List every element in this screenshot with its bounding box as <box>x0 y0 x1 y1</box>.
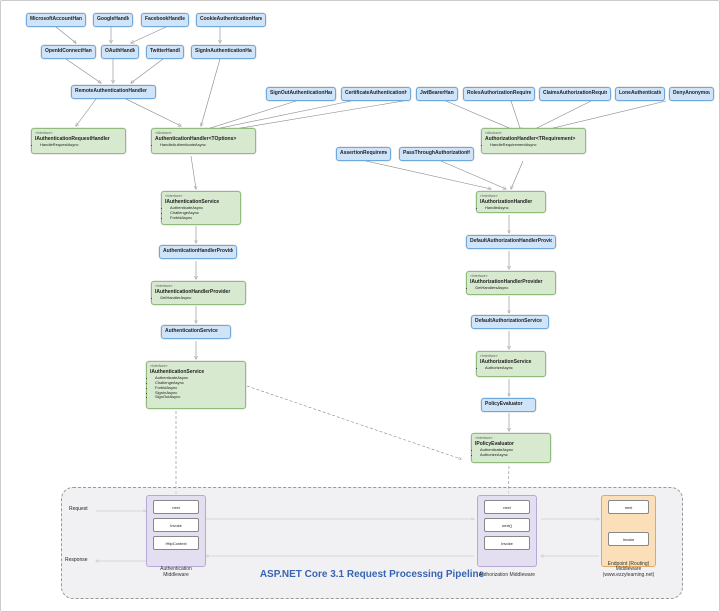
node-google-handler: GoogleHandler <box>93 13 133 27</box>
label: MicrosoftAccountHandler <box>30 16 82 22</box>
diagram-canvas: MicrosoftAccountHandler GoogleHandler Fa… <box>0 0 720 612</box>
authorization-middleware: next next() Invoke Authorization Middlew… <box>477 495 537 567</box>
step: next <box>484 500 530 514</box>
member: SignOutAsync <box>155 395 242 400</box>
label: SignInAuthenticationHandler <box>195 48 252 54</box>
stereotype: «Interface» <box>470 274 552 278</box>
node-signout-auth-handler: SignOutAuthenticationHandler <box>266 87 336 101</box>
member: GetHandlersAsync <box>475 286 552 291</box>
label: GoogleHandler <box>97 16 129 22</box>
label: TwitterHandler <box>150 48 180 54</box>
label: DefaultAuthorizationHandlerProvider <box>470 238 552 244</box>
member: ForbidAsync <box>170 216 237 221</box>
stereotype: «Abstract» <box>485 131 582 135</box>
stereotype: «Interface» <box>480 354 542 358</box>
request-label: Request <box>69 506 88 512</box>
endpoint-middleware: next Invoke Endpoint (Routing) Middlewar… <box>601 495 656 567</box>
node-cookie-auth-handler: CookieAuthenticationHandler <box>196 13 266 27</box>
step: Invoke <box>608 532 649 546</box>
label: ClaimsAuthorizationRequirement <box>543 90 607 96</box>
label: AuthenticationHandlerProvider <box>163 248 233 254</box>
node-ipolicy-evaluator: «Interface» IPolicyEvaluator Authenticat… <box>471 433 551 463</box>
stereotype: «Interface» <box>475 436 547 440</box>
stereotype: «Interface» <box>165 194 237 198</box>
label: PolicyEvaluator <box>485 401 532 407</box>
label: OpenIdConnectHandler <box>45 48 92 54</box>
label: AssertionRequirement <box>340 150 387 156</box>
node-assertion-requirement: AssertionRequirement <box>336 147 391 161</box>
label: RolesAuthorizationRequirement <box>467 90 531 96</box>
label: RemoteAuthenticationHandler <box>75 88 152 94</box>
stereotype: «Interface» <box>150 364 242 368</box>
step: Invoke <box>153 518 199 532</box>
stereotype: «Interface» <box>480 194 542 198</box>
node-lone-auth-requirement: LoneAuthenticationRequirement <box>615 87 665 101</box>
label: OAuthHandler <box>105 48 135 54</box>
node-auth-handler-toptions: «Abstract» AuthenticationHandler<TOption… <box>151 128 256 154</box>
node-facebook-handler: FacebookHandler <box>141 13 189 27</box>
step: next() <box>484 518 530 532</box>
node-iauthentication-service-2: «Interface» IAuthenticationService Authe… <box>146 361 246 409</box>
response-label: Response <box>65 557 88 563</box>
node-policy-evaluator: PolicyEvaluator <box>481 398 536 412</box>
node-passthrough-authz-handler: PassThroughAuthorizationHandler <box>399 147 474 161</box>
node-jwt-bearer-handler: JwtBearerHandler <box>416 87 458 101</box>
node-authz-handler-trequirement: «Abstract» AuthorizationHandler<TRequire… <box>481 128 586 154</box>
node-claims-authz-requirement: ClaimsAuthorizationRequirement <box>539 87 611 101</box>
member: AuthorizeAsync <box>485 366 542 371</box>
member: HandleRequirementAsync <box>490 143 582 148</box>
label: CertificateAuthenticationHandler <box>345 90 407 96</box>
node-iauthz-handler-provider: «Interface» IAuthorizationHandlerProvide… <box>466 271 556 295</box>
member: HandleRequestAsync <box>40 143 122 148</box>
node-twitter-handler: TwitterHandler <box>146 45 184 59</box>
member: HandleAsync <box>485 206 542 211</box>
node-deny-anonymous-requirement: DenyAnonymousAuthorizationRequirement <box>669 87 714 101</box>
label: CookieAuthenticationHandler <box>200 16 262 22</box>
label: FacebookHandler <box>145 16 185 22</box>
label: AuthenticationService <box>165 328 227 334</box>
stereotype: «Abstract» <box>155 131 252 135</box>
label: JwtBearerHandler <box>420 90 454 96</box>
node-default-authz-handler-provider: DefaultAuthorizationHandlerProvider <box>466 235 556 249</box>
step: next <box>608 500 649 514</box>
node-remote-auth-handler: RemoteAuthenticationHandler <box>71 85 156 99</box>
node-microsoft-account-handler: MicrosoftAccountHandler <box>26 13 86 27</box>
step: next <box>153 500 199 514</box>
node-certificate-auth-handler: CertificateAuthenticationHandler <box>341 87 411 101</box>
caption: Authorization Middleware <box>478 573 536 579</box>
authentication-middleware: next Invoke HttpContext Authentication M… <box>146 495 206 567</box>
node-signin-auth-handler: SignInAuthenticationHandler <box>191 45 256 59</box>
step: HttpContext <box>153 536 199 550</box>
label: DefaultAuthorizationService <box>475 318 545 324</box>
node-iauth-request-handler: «Interface» IAuthenticationRequestHandle… <box>31 128 126 154</box>
node-default-authorization-service: DefaultAuthorizationService <box>471 315 549 329</box>
node-oauth-handler: OAuthHandler <box>101 45 139 59</box>
node-authentication-service: AuthenticationService <box>161 325 231 339</box>
member: GetHandlerAsync <box>160 296 242 301</box>
label: LoneAuthenticationRequirement <box>619 90 661 96</box>
node-openid-connect-handler: OpenIdConnectHandler <box>41 45 96 59</box>
node-iauthorization-service: «Interface» IAuthorizationService Author… <box>476 351 546 377</box>
node-iauthorization-handler: «Interface» IAuthorizationHandler Handle… <box>476 191 546 213</box>
member: AuthorizeAsync <box>480 453 547 458</box>
caption: Endpoint (Routing) Middleware (www.ezzyl… <box>602 562 655 579</box>
pipeline-title: ASP.NET Core 3.1 Request Processing Pipe… <box>260 569 484 580</box>
node-iauthentication-service: «Interface» IAuthenticationService Authe… <box>161 191 241 225</box>
member: HandleAuthenticateAsync <box>160 143 252 148</box>
label: SignOutAuthenticationHandler <box>270 90 332 96</box>
node-auth-handler-provider: AuthenticationHandlerProvider <box>159 245 237 259</box>
node-iauth-handler-provider: «Interface» IAuthenticationHandlerProvid… <box>151 281 246 305</box>
stereotype: «Interface» <box>35 131 122 135</box>
step: Invoke <box>484 536 530 550</box>
stereotype: «Interface» <box>155 284 242 288</box>
node-roles-authz-requirement: RolesAuthorizationRequirement <box>463 87 535 101</box>
label: PassThroughAuthorizationHandler <box>403 150 470 156</box>
caption: Authentication Middleware <box>147 567 205 578</box>
label: DenyAnonymousAuthorizationRequirement <box>673 90 710 96</box>
